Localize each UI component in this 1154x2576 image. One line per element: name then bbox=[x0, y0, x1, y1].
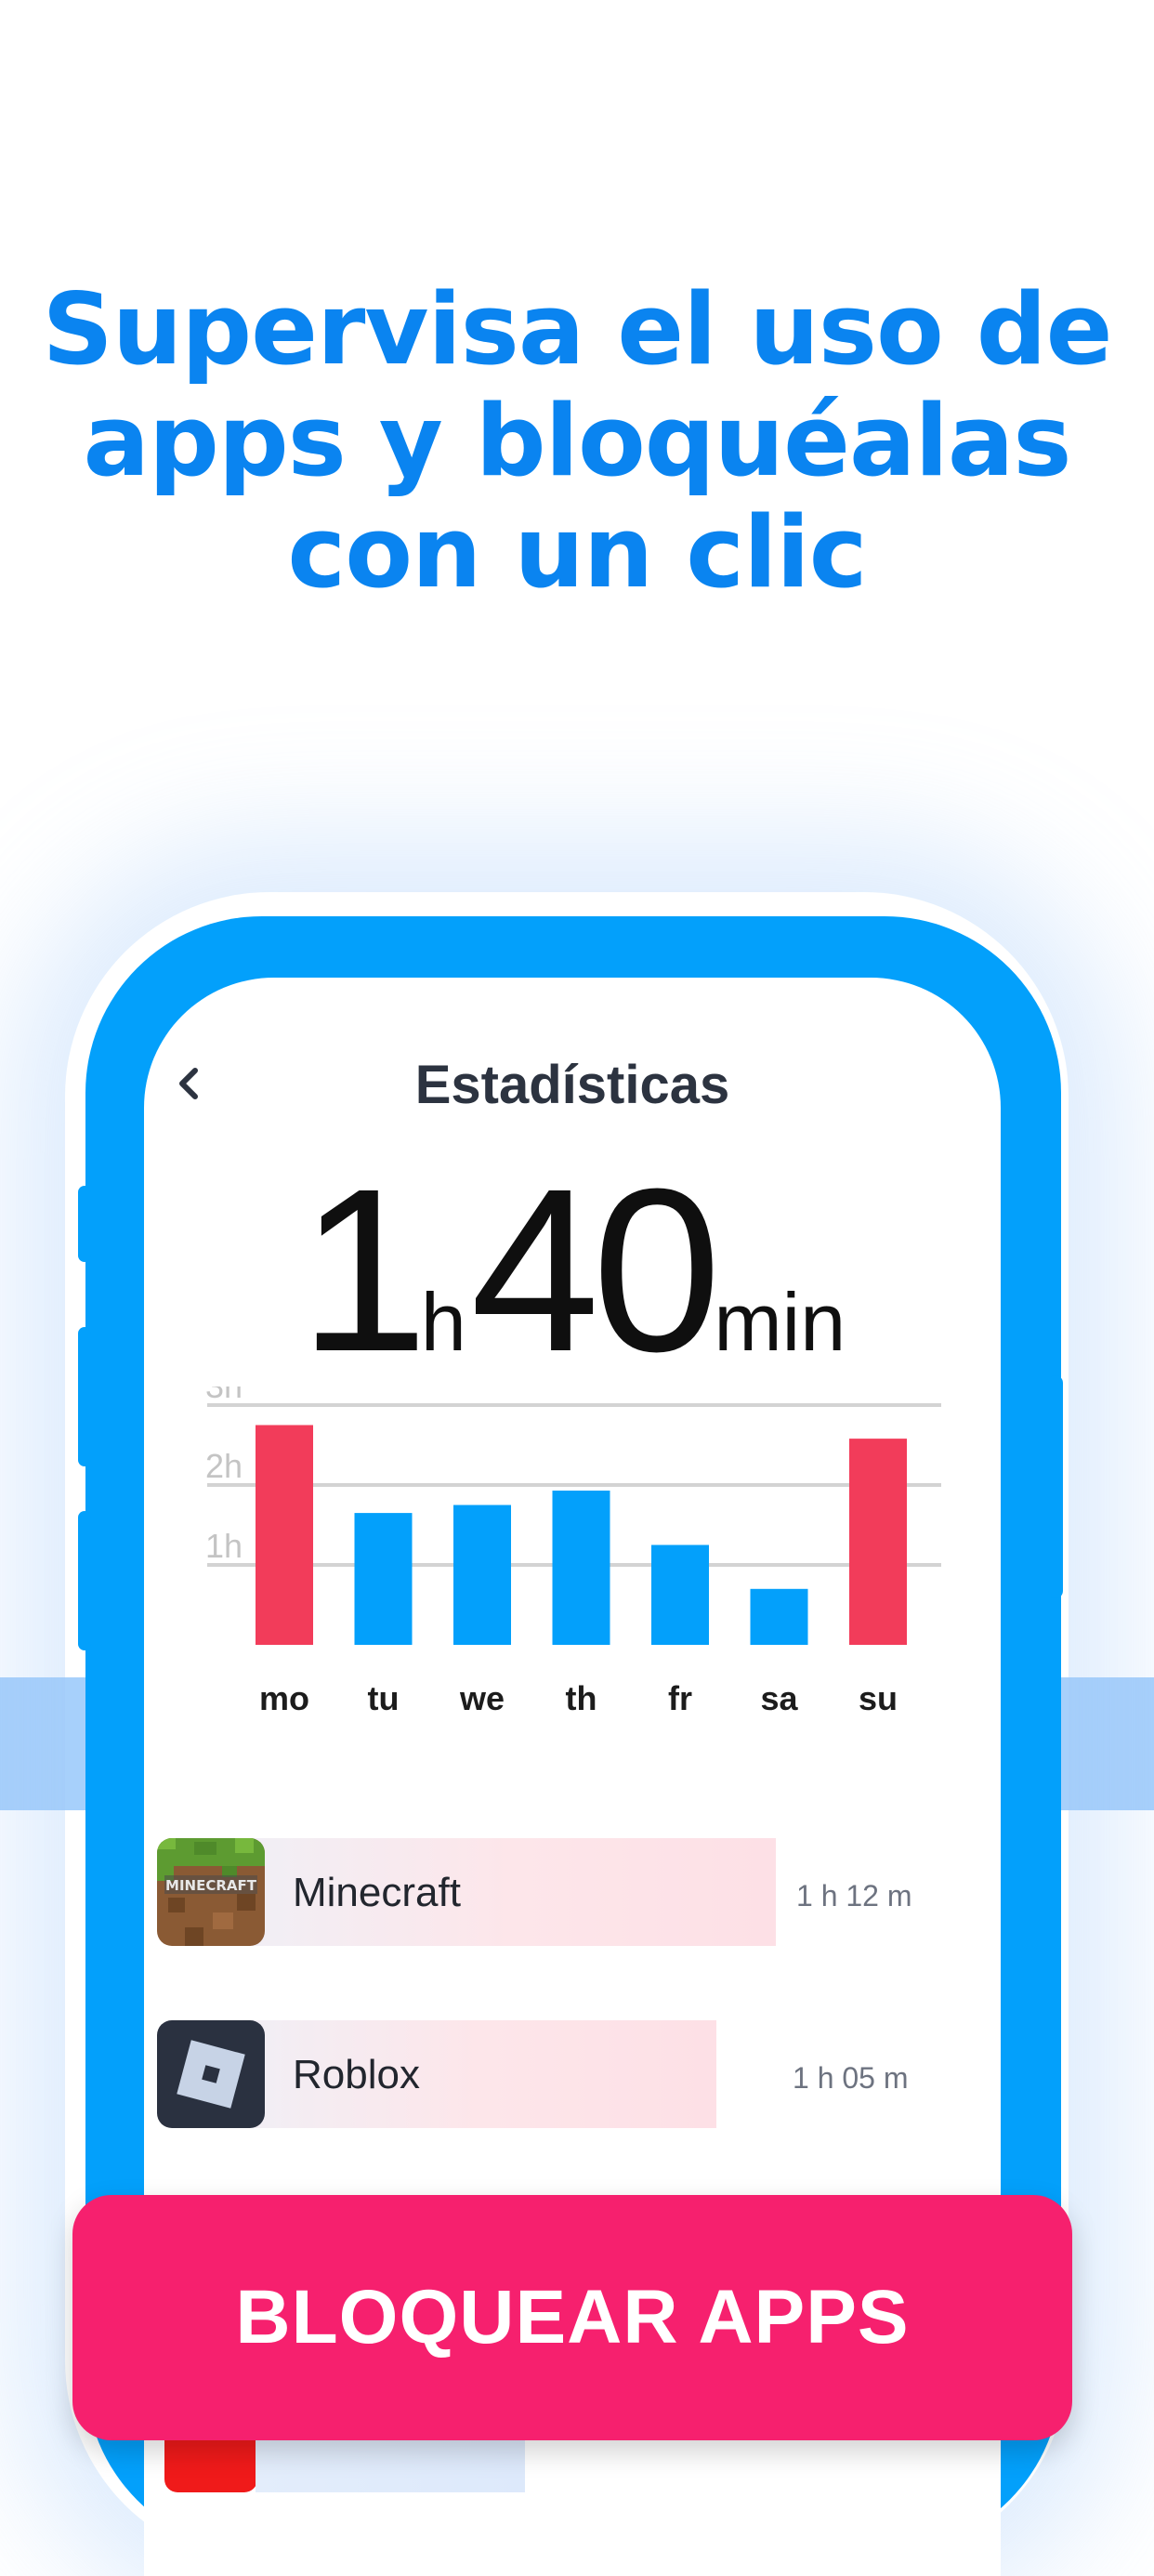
bar-mo bbox=[256, 1425, 313, 1645]
app-name: Minecraft bbox=[293, 1870, 461, 1915]
roblox-icon bbox=[157, 2020, 265, 2128]
phone-power-button bbox=[1048, 1375, 1063, 1598]
bar-th bbox=[552, 1491, 610, 1645]
headline-line-2: apps y bloquéalas bbox=[83, 384, 1071, 498]
total-minutes: 40 bbox=[470, 1140, 721, 1400]
bar-fr bbox=[651, 1544, 709, 1645]
block-apps-button[interactable]: BLOQUEAR APPS bbox=[72, 2195, 1072, 2440]
usage-bar bbox=[185, 1838, 776, 1946]
weekly-usage-chart: 1h 2h 3h mo tu we th fr sa su bbox=[205, 1387, 941, 1717]
screen-title: Estadísticas bbox=[414, 1055, 730, 1115]
phone-side-button bbox=[78, 1327, 91, 1466]
y-tick-label: 2h bbox=[205, 1447, 243, 1485]
phone-side-button bbox=[78, 1511, 91, 1650]
x-tick-label: sa bbox=[760, 1679, 798, 1717]
app-usage-time: 1 h 05 m bbox=[793, 2061, 909, 2095]
x-tick-label: fr bbox=[668, 1679, 692, 1717]
svg-text:MINECRAFT: MINECRAFT bbox=[165, 1877, 257, 1894]
app-usage-time: 1 h 12 m bbox=[796, 1879, 912, 1912]
app-row-roblox[interactable]: Roblox 1 h 05 m bbox=[157, 2020, 993, 2128]
headline-line-3: con un clic bbox=[287, 495, 867, 610]
minutes-unit: min bbox=[714, 1276, 846, 1368]
x-tick-label: we bbox=[459, 1679, 505, 1717]
headline: Supervisa el uso de apps y bloquéalas co… bbox=[0, 274, 1154, 609]
y-tick-label: 1h bbox=[205, 1527, 243, 1565]
total-usage: 1h 40min bbox=[144, 1154, 1001, 1387]
app-name: Roblox bbox=[293, 2052, 420, 2097]
bar-we bbox=[453, 1505, 511, 1645]
total-hours: 1 bbox=[298, 1140, 428, 1400]
app-row-minecraft[interactable]: MINECRAFT Minecraft 1 h 12 m bbox=[157, 1838, 993, 1946]
x-tick-label: mo bbox=[259, 1679, 309, 1717]
bar-sa bbox=[750, 1588, 808, 1645]
x-tick-label: su bbox=[859, 1679, 898, 1717]
x-tick-label: th bbox=[566, 1679, 597, 1717]
bar-su bbox=[849, 1439, 907, 1645]
minecraft-icon: MINECRAFT bbox=[157, 1838, 265, 1946]
phone-side-button bbox=[78, 1186, 91, 1262]
headline-line-1: Supervisa el uso de bbox=[42, 272, 1113, 387]
bar-tu bbox=[354, 1513, 413, 1645]
x-tick-label: tu bbox=[368, 1679, 400, 1717]
hours-unit: h bbox=[420, 1276, 466, 1368]
y-tick-label: 3h bbox=[205, 1387, 243, 1405]
